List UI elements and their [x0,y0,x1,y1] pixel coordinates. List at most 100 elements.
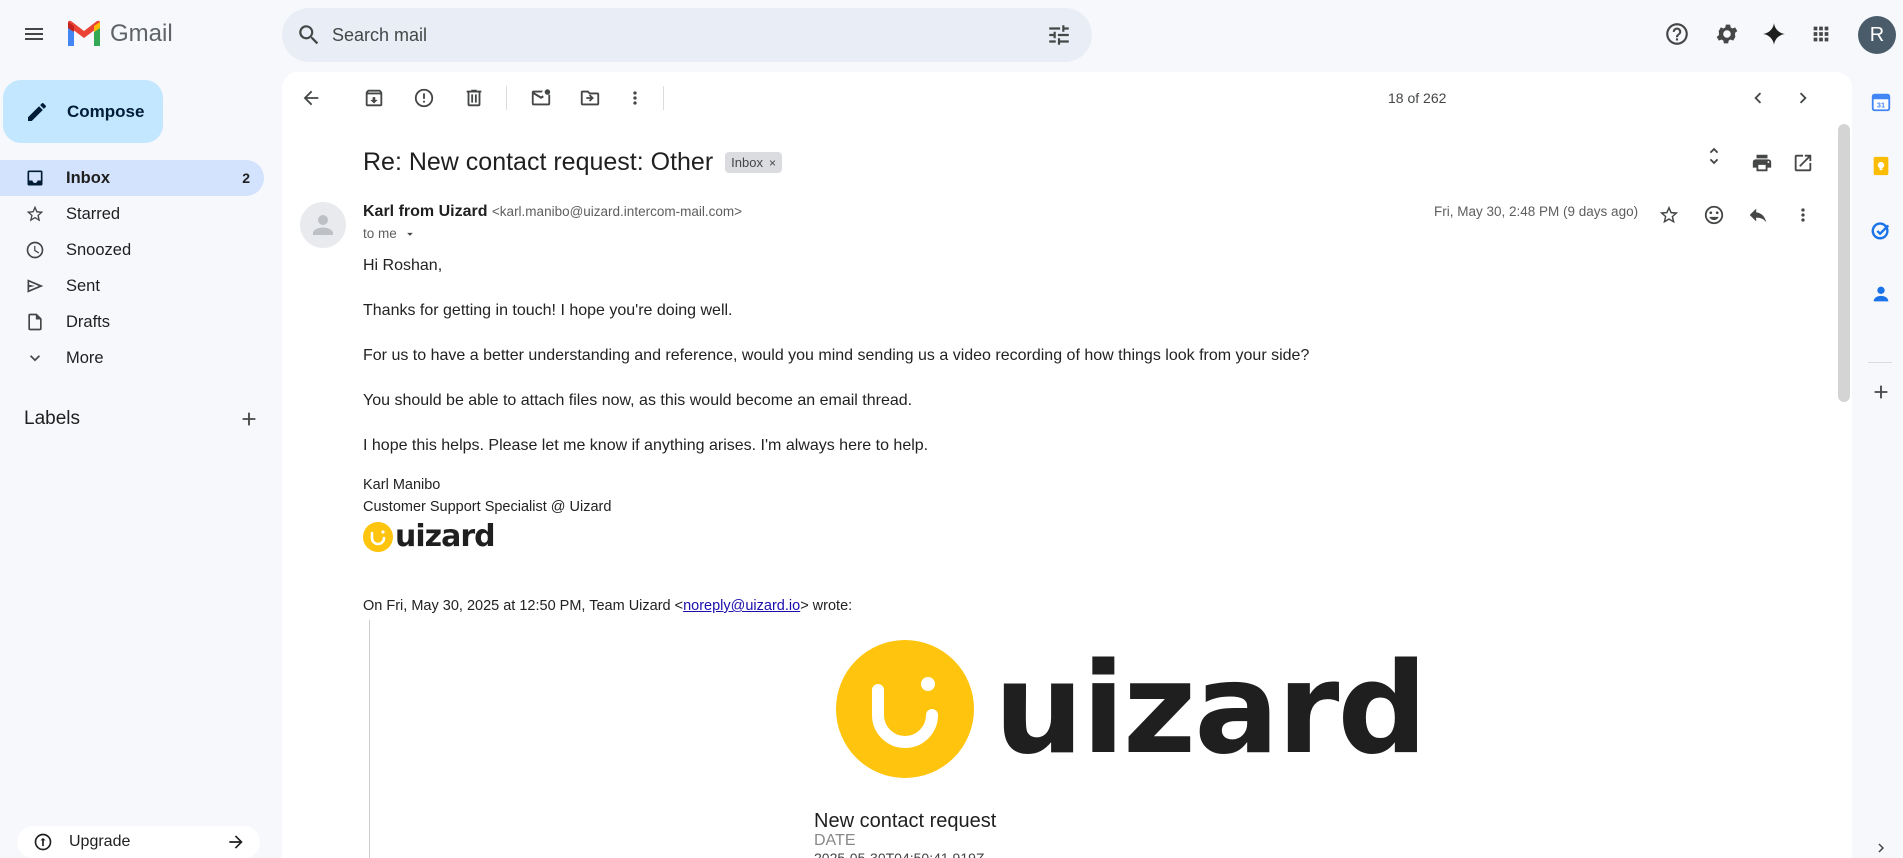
gmail-m-icon [68,20,100,46]
clock-icon [24,239,46,261]
uizard-big-mark-icon [836,640,974,778]
back-arrow-icon[interactable] [293,80,329,116]
to-me-label: to me [363,226,397,241]
sidebar-item-inbox[interactable]: Inbox 2 [0,160,264,196]
unread-count: 2 [242,170,250,186]
sidebar-nav: Inbox 2 Starred Snoozed Sent Drafts More [0,160,270,376]
upgrade-icon [33,832,53,852]
person-icon [313,215,333,235]
caret-down-icon [406,232,413,236]
toolbar-divider [663,86,664,110]
label-chip-inbox: Inbox × [725,152,782,173]
sidebar-item-label: Drafts [66,312,111,331]
sidebar-item-drafts[interactable]: Drafts [0,304,264,340]
upgrade-button[interactable]: Upgrade [17,826,260,858]
top-bar: Gmail R [0,0,1903,68]
sender-line: Karl from Uizard <karl.manibo@uizard.int… [363,203,742,221]
sender-name[interactable]: Karl from Uizard [363,203,487,220]
archive-icon[interactable] [356,80,392,116]
quote-attribution: On Fri, May 30, 2025 at 12:50 PM, Team U… [363,598,852,614]
send-icon [24,275,46,297]
sidebar-item-sent[interactable]: Sent [0,268,264,304]
body-paragraph: Hi Roshan, [363,257,443,274]
sidebar-item-more[interactable]: More [0,340,264,376]
main-menu-button[interactable] [14,14,54,54]
signature-logo-text: uizard [395,519,496,554]
add-app-icon[interactable] [1867,378,1895,406]
body-paragraph: Thanks for getting in touch! I hope you'… [363,302,733,319]
chip-label: Inbox [731,155,763,170]
quoted-logo-text: uizard [994,635,1428,782]
compose-button[interactable]: Compose [3,80,163,143]
labels-title: Labels [24,408,80,429]
quote-email-link[interactable]: noreply@uizard.io [683,598,800,614]
emoji-reaction-icon[interactable] [1696,197,1732,233]
search-options-icon[interactable] [1046,22,1074,50]
upgrade-label: Upgrade [69,833,131,850]
email-date: Fri, May 30, 2:48 PM (9 days ago) [1434,204,1639,219]
hide-panel-chevron-icon[interactable] [1867,834,1895,858]
remove-label-icon[interactable]: × [769,156,776,170]
keep-icon[interactable] [1867,152,1895,180]
body-paragraph: I hope this helps. Please let me know if… [363,437,929,454]
signature-name: Karl Manibo [363,477,441,493]
reply-icon[interactable] [1740,197,1776,233]
body-paragraph: For us to have a better understanding an… [363,347,1310,364]
calendar-icon[interactable]: 31 [1867,88,1895,116]
svg-text:31: 31 [1877,101,1885,110]
sidebar-item-label: Sent [66,276,100,295]
scrollbar-thumb[interactable] [1838,124,1850,402]
sidebar-item-snoozed[interactable]: Snoozed [0,232,264,268]
arrow-right-icon [226,832,246,852]
newer-chevron-left-icon[interactable] [1740,80,1776,116]
pager-count: 18 of 262 [1388,90,1447,106]
inbox-icon [24,167,46,189]
star-message-icon[interactable] [1651,197,1687,233]
gemini-sparkle-icon[interactable] [1756,16,1792,52]
help-icon[interactable] [1659,16,1695,52]
apps-grid-icon[interactable] [1803,16,1839,52]
print-icon[interactable] [1751,152,1773,174]
older-chevron-right-icon[interactable] [1785,80,1821,116]
quoted-uizard-logo: uizard [836,635,1428,782]
sidebar-item-label: More [66,348,104,367]
sidebar-item-label: Snoozed [66,240,132,259]
menu-icon [25,28,43,40]
labels-header: Labels [24,408,260,430]
sidebar-item-starred[interactable]: Starred [0,196,264,232]
quoted-date-label: DATE [814,832,856,849]
add-label-icon[interactable] [238,408,260,430]
chevron-down-icon [24,347,46,369]
more-options-icon[interactable] [1785,197,1821,233]
expand-all-icon[interactable] [1703,145,1725,167]
settings-gear-icon[interactable] [1709,16,1745,52]
star-icon [24,203,46,225]
compose-label: Compose [67,101,145,121]
search-bar [282,8,1092,62]
gmail-logo[interactable]: Gmail [66,20,173,48]
open-in-new-window-icon[interactable] [1792,152,1814,174]
pencil-icon [28,102,47,121]
contacts-icon[interactable] [1867,280,1895,308]
email-subject: Re: New contact request: Other Inbox × [363,148,782,177]
mark-unread-icon[interactable] [523,80,559,116]
quoted-heading: New contact request [814,810,997,832]
tasks-icon[interactable] [1867,216,1895,244]
search-input[interactable] [330,8,1010,62]
trash-icon[interactable] [456,80,492,116]
signature-uizard-logo: uizard [363,519,496,554]
draft-icon [24,311,46,333]
body-paragraph: You should be able to attach files now, … [363,392,913,409]
sidebar-item-label: Inbox [66,168,110,187]
subject-text: Re: New contact request: Other [363,148,714,176]
search-icon[interactable] [296,22,322,48]
quote-bar [369,620,370,858]
report-spam-icon[interactable] [406,80,442,116]
app-name: Gmail [110,20,173,47]
recipient-details[interactable]: to me [363,226,417,241]
account-avatar[interactable]: R [1858,16,1896,54]
more-vert-icon[interactable] [617,80,653,116]
move-to-icon[interactable] [572,80,608,116]
sender-avatar[interactable] [300,202,346,248]
sender-address: <karl.manibo@uizard.intercom-mail.com> [491,204,742,219]
